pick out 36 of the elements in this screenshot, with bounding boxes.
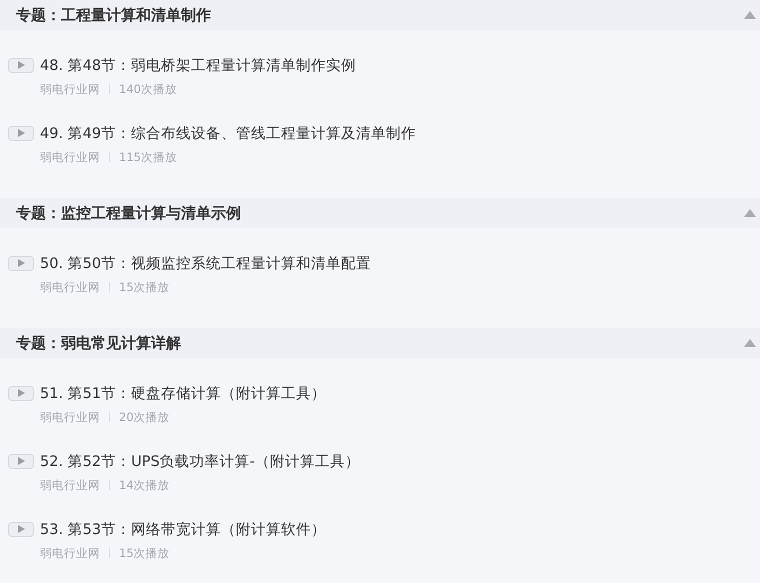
play-count: 15次播放 [119, 546, 170, 560]
play-button[interactable] [8, 454, 34, 468]
play-icon [18, 457, 24, 465]
section-title: 专题：监控工程量计算与清单示例 [16, 204, 241, 222]
play-count: 115次播放 [119, 150, 177, 164]
lesson-title[interactable]: 53. 第53节：网络带宽计算（附计算软件） [40, 520, 326, 538]
play-icon [18, 129, 24, 137]
lesson-title[interactable]: 50. 第50节：视频监控系统工程量计算和清单配置 [40, 254, 372, 272]
author-name: 弱电行业网 [40, 280, 100, 294]
lesson-title[interactable]: 49. 第49节：综合布线设备、管线工程量计算及清单制作 [40, 124, 416, 142]
section-header[interactable]: 专题：弱电常见计算详解 [0, 328, 760, 358]
play-icon [18, 389, 24, 397]
play-button[interactable] [8, 386, 34, 400]
play-icon [18, 61, 24, 69]
section-title: 专题：弱电常见计算详解 [16, 334, 181, 352]
author-name: 弱电行业网 [40, 410, 100, 424]
play-button[interactable] [8, 58, 34, 72]
author-name: 弱电行业网 [40, 478, 100, 492]
play-icon [18, 259, 24, 267]
section-header[interactable]: 专题：工程量计算和清单制作 [0, 0, 760, 30]
section-header[interactable]: 专题：监控工程量计算与清单示例 [0, 198, 760, 228]
lesson-title[interactable]: 52. 第52节：UPS负载功率计算-（附计算工具） [40, 452, 360, 470]
author-name: 弱电行业网 [40, 82, 100, 96]
play-count: 15次播放 [119, 280, 170, 294]
lesson-title[interactable]: 48. 第48节：弱电桥架工程量计算清单制作实例 [40, 56, 356, 74]
play-count: 140次播放 [119, 82, 177, 96]
play-count: 20次播放 [119, 410, 170, 424]
play-button[interactable] [8, 256, 34, 270]
section-title: 专题：工程量计算和清单制作 [16, 6, 211, 24]
play-button[interactable] [8, 522, 34, 536]
author-name: 弱电行业网 [40, 150, 100, 164]
lesson-title[interactable]: 51. 第51节：硬盘存储计算（附计算工具） [40, 384, 326, 402]
play-button[interactable] [8, 126, 34, 140]
author-name: 弱电行业网 [40, 546, 100, 560]
play-icon [18, 525, 24, 533]
play-count: 14次播放 [119, 478, 170, 492]
